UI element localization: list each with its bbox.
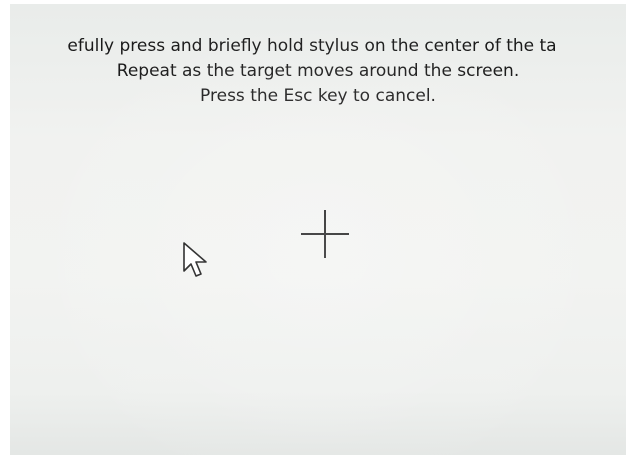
calibration-window: efully press and briefly hold stylus on … [0,0,626,462]
instruction-line-1: efully press and briefly hold stylus on … [67,36,557,56]
calibration-screen[interactable]: efully press and briefly hold stylus on … [10,4,626,460]
crosshair-target-icon[interactable] [301,210,349,258]
calibration-instructions: efully press and briefly hold stylus on … [10,34,626,109]
instruction-line-2: Repeat as the target moves around the sc… [116,61,520,81]
bottom-border [0,455,626,462]
instruction-line-3: Press the Esc key to cancel. [200,86,436,106]
mouse-pointer-icon [183,242,207,277]
